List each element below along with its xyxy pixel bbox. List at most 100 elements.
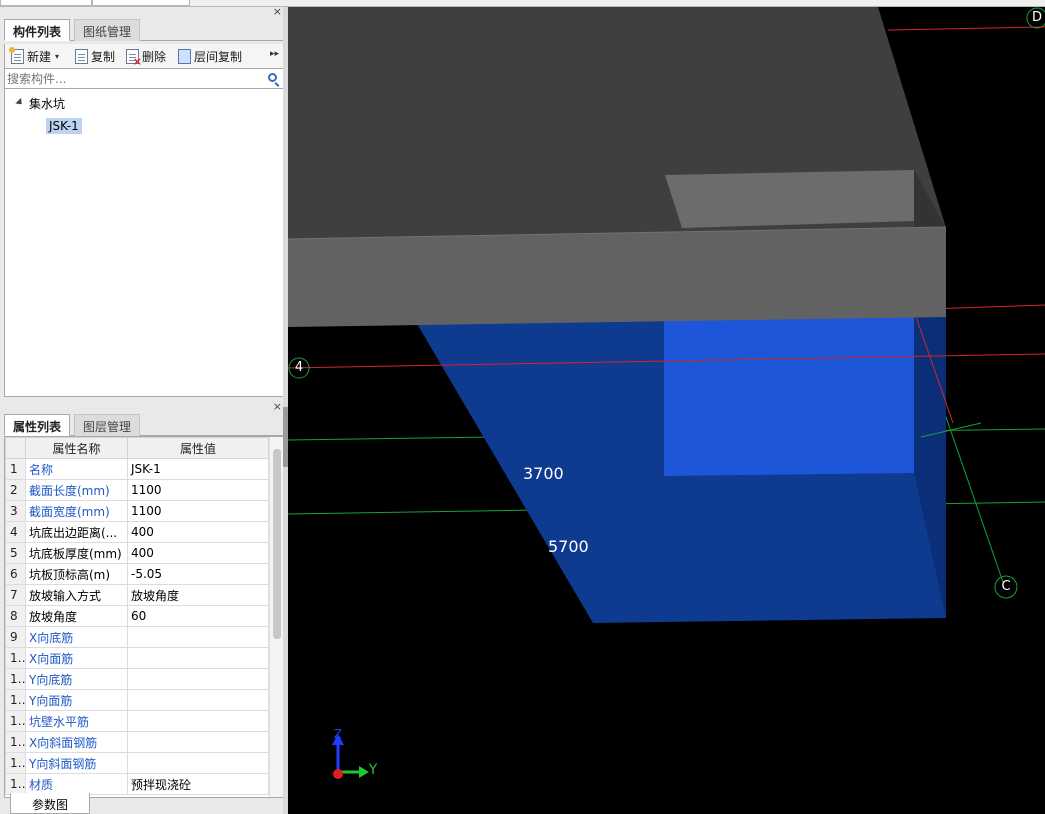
grid-axis-label-d: D <box>1031 10 1042 25</box>
property-row[interactable]: 5 坑底板厚度(mm) 400 <box>5 542 269 564</box>
property-row[interactable]: 1 名称 JSK-1 <box>5 458 269 480</box>
property-value[interactable] <box>127 752 269 774</box>
property-name: X向斜面钢筋 <box>25 731 128 753</box>
property-name: 截面宽度(mm) <box>25 500 128 522</box>
tree-group-sump-pit[interactable]: 集水坑 <box>29 95 65 112</box>
document-tab-stub[interactable] <box>0 0 92 6</box>
copy-icon <box>75 48 88 64</box>
property-value[interactable]: JSK-1 <box>127 458 269 480</box>
row-number: 5 <box>5 542 26 564</box>
property-name: 坑底出边距离(... <box>25 521 128 543</box>
search-input[interactable] <box>7 70 257 87</box>
property-value[interactable] <box>127 668 269 690</box>
property-header-row: 属性名称 属性值 <box>5 437 269 459</box>
tab-parameter-diagram[interactable]: 参数图 <box>10 793 90 814</box>
property-row[interactable]: 11 Y向底筋 <box>5 668 269 690</box>
window-top-strip <box>0 0 1045 7</box>
property-grid: 属性名称 属性值 1 名称 JSK-1 2 截面长度(mm) 1100 3 截面宽度(mm) 1… <box>4 436 284 798</box>
row-number: 11 <box>5 668 26 690</box>
property-value-header[interactable]: 属性值 <box>127 437 269 459</box>
grid-line-red <box>887 26 1045 31</box>
tree-expand-icon[interactable] <box>15 97 25 108</box>
property-row[interactable]: 14 X向斜面钢筋 <box>5 731 269 753</box>
property-value[interactable]: 1100 <box>127 500 269 522</box>
property-row[interactable]: 7 放坡输入方式 放坡角度 <box>5 584 269 606</box>
slab-opening <box>665 170 914 228</box>
close-icon[interactable]: × <box>273 401 282 413</box>
property-value[interactable]: 1100 <box>127 479 269 501</box>
property-name-header[interactable]: 属性名称 <box>25 437 128 459</box>
x-axis-origin <box>333 769 343 779</box>
property-name: 坑壁水平筋 <box>25 710 128 732</box>
tab-layer-management[interactable]: 图层管理 <box>74 414 141 436</box>
dropdown-arrow-icon[interactable]: ▾ <box>55 52 59 61</box>
property-row[interactable]: 4 坑底出边距离(... 400 <box>5 521 269 543</box>
floor-copy-icon <box>178 48 191 64</box>
3d-viewport[interactable]: 3700 5700 D 4 C Z Y <box>288 7 1045 814</box>
left-panel: × 构件列表 图纸管理 新建 ▾ 复制 删除 层间复制 ▸▸ 集水坑 JSK-1 <box>0 6 288 814</box>
copy-button[interactable]: 复制 <box>75 47 115 65</box>
row-number: 16 <box>5 773 26 795</box>
property-row[interactable]: 8 放坡角度 60 <box>5 605 269 627</box>
property-value[interactable]: 60 <box>127 605 269 627</box>
property-value[interactable] <box>127 710 269 732</box>
property-name: 材质 <box>25 773 128 795</box>
delete-button[interactable]: 删除 <box>126 47 166 67</box>
property-value[interactable] <box>127 626 269 648</box>
component-search <box>4 68 284 89</box>
property-name: X向面筋 <box>25 647 128 669</box>
tab-drawing-management[interactable]: 图纸管理 <box>74 19 141 41</box>
close-icon[interactable]: × <box>273 6 282 18</box>
row-number: 14 <box>5 731 26 753</box>
component-pane-header: × <box>4 6 284 19</box>
property-name: 坑板顶标高(m) <box>25 563 128 585</box>
property-row[interactable]: 2 截面长度(mm) 1100 <box>5 479 269 501</box>
property-name: Y向面筋 <box>25 689 128 711</box>
property-value[interactable] <box>127 647 269 669</box>
new-button[interactable]: 新建 ▾ <box>9 46 59 65</box>
property-pane-tabs: 属性列表 图层管理 <box>4 414 284 436</box>
property-value[interactable]: -5.05 <box>127 563 269 585</box>
property-value[interactable]: 预拌现浇砼 <box>127 773 269 795</box>
row-number: 8 <box>5 605 26 627</box>
floor-copy-button[interactable]: 层间复制 <box>178 47 242 65</box>
tree-item-jsk-1[interactable]: JSK-1 <box>46 118 82 134</box>
more-tools-icon[interactable]: ▸▸ <box>270 49 279 59</box>
property-name: 坑底板厚度(mm) <box>25 542 128 564</box>
row-number: 6 <box>5 563 26 585</box>
y-axis-label: Y <box>368 762 378 778</box>
floor-copy-button-label: 层间复制 <box>194 49 243 64</box>
property-value[interactable]: 放坡角度 <box>127 584 269 606</box>
property-row[interactable]: 6 坑板顶标高(m) -5.05 <box>5 563 269 585</box>
property-name: Y向底筋 <box>25 668 128 690</box>
document-tab-stub[interactable] <box>92 0 190 6</box>
property-row[interactable]: 3 截面宽度(mm) 1100 <box>5 500 269 522</box>
dimension-label-5700: 5700 <box>548 537 589 556</box>
property-row[interactable]: 9 X向底筋 <box>5 626 269 648</box>
component-toolbar: 新建 ▾ 复制 删除 层间复制 ▸▸ <box>4 44 284 68</box>
row-number: 7 <box>5 584 26 606</box>
property-scrollbar[interactable] <box>269 437 283 797</box>
component-tree: 集水坑 JSK-1 <box>4 89 284 397</box>
tab-component-list[interactable]: 构件列表 <box>4 19 71 41</box>
property-name: 放坡角度 <box>25 605 128 627</box>
row-number-header <box>5 437 26 459</box>
row-number: 1 <box>5 458 26 480</box>
tab-property-list[interactable]: 属性列表 <box>4 414 71 436</box>
property-row[interactable]: 13 坑壁水平筋 <box>5 710 269 732</box>
property-row[interactable]: 12 Y向面筋 <box>5 689 269 711</box>
property-row[interactable]: 10 X向面筋 <box>5 647 269 669</box>
property-table: 属性名称 属性值 1 名称 JSK-1 2 截面长度(mm) 1100 3 截面宽度(mm) 1… <box>5 437 269 795</box>
property-row[interactable]: 15 Y向斜面钢筋 <box>5 752 269 774</box>
property-rows: 1 名称 JSK-1 2 截面长度(mm) 1100 3 截面宽度(mm) 1100 4 坑底出边距… <box>5 458 269 795</box>
property-row[interactable]: 16 材质 预拌现浇砼 <box>5 773 269 795</box>
row-number: 3 <box>5 500 26 522</box>
property-value[interactable]: 400 <box>127 542 269 564</box>
grid-axis-label-4: 4 <box>294 360 304 375</box>
scrollbar-thumb[interactable] <box>273 449 281 639</box>
property-value[interactable] <box>127 731 269 753</box>
property-value[interactable]: 400 <box>127 521 269 543</box>
z-axis-label: Z <box>333 727 343 741</box>
search-icon[interactable] <box>268 73 277 82</box>
property-value[interactable] <box>127 689 269 711</box>
